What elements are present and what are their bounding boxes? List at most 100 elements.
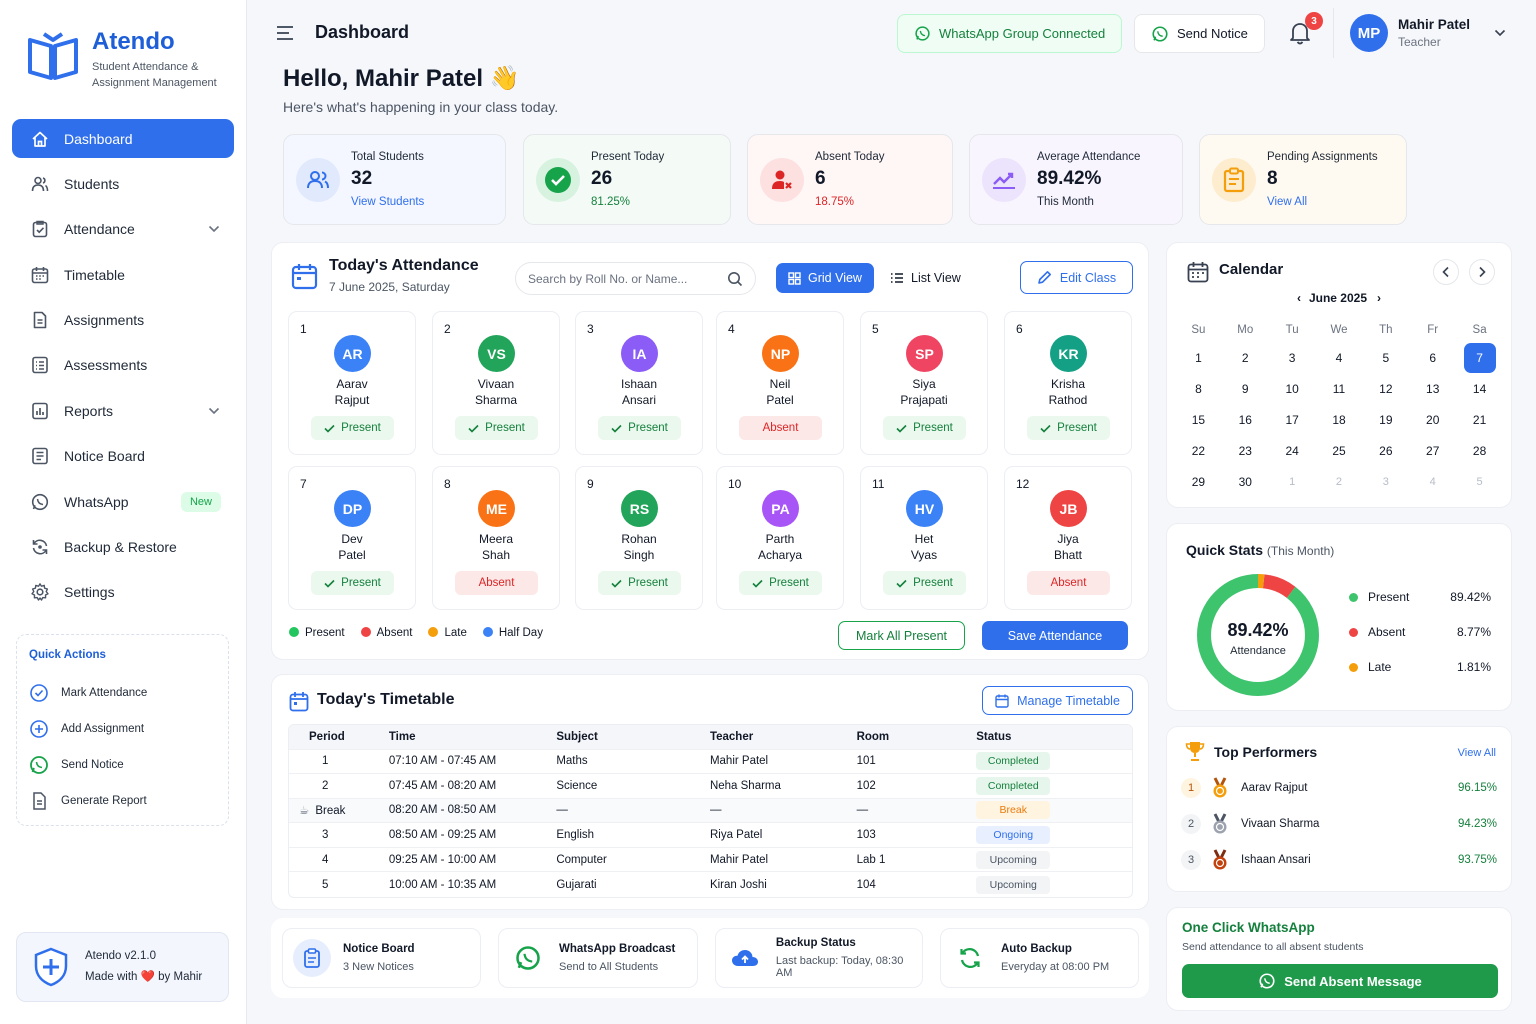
calendar-day[interactable]: 25 — [1316, 435, 1363, 466]
auto-backup-card[interactable]: Auto Backup Everyday at 08:00 PM — [940, 928, 1139, 988]
status-toggle[interactable]: Present — [311, 416, 394, 440]
calendar-day[interactable]: 10 — [1269, 373, 1316, 404]
status-toggle[interactable]: Present — [455, 416, 538, 440]
student-card[interactable]: 2 VS Vivaan Sharma Present — [432, 311, 560, 455]
calendar-next-button[interactable] — [1469, 259, 1495, 285]
calendar-day[interactable]: 1 — [1175, 342, 1222, 373]
calendar-day[interactable]: 11 — [1316, 373, 1363, 404]
sidebar-item-attendance[interactable]: Attendance — [12, 210, 234, 249]
student-card[interactable]: 7 DP Dev Patel Present — [288, 466, 416, 610]
status-toggle[interactable]: Absent — [739, 416, 822, 440]
menu-icon[interactable] — [275, 24, 295, 42]
student-card[interactable]: 6 KR Krisha Rathod Present — [1004, 311, 1132, 455]
whatsapp-status-button[interactable]: WhatsApp Group Connected — [897, 14, 1123, 53]
quick-action-generate-report[interactable]: Generate Report — [29, 783, 216, 819]
quick-action-send-notice[interactable]: Send Notice — [29, 747, 216, 783]
send-notice-button[interactable]: Send Notice — [1134, 14, 1265, 53]
calendar-day[interactable]: 13 — [1409, 373, 1456, 404]
calendar-day[interactable]: 3 — [1269, 342, 1316, 373]
calendar-day[interactable]: 20 — [1409, 404, 1456, 435]
calendar-day-next-month[interactable]: 4 — [1409, 466, 1456, 497]
calendar-day[interactable]: 5 — [1362, 342, 1409, 373]
search-icon[interactable] — [727, 271, 743, 287]
month-next-icon[interactable]: › — [1377, 291, 1381, 305]
status-toggle[interactable]: Present — [739, 571, 822, 595]
brand-logo[interactable]: Atendo Student Attendance & Assignment M… — [26, 28, 217, 91]
sidebar-item-whatsapp[interactable]: WhatsApp New — [12, 482, 234, 521]
user-menu[interactable]: MP Mahir Patel Teacher — [1333, 8, 1507, 58]
status-toggle[interactable]: Present — [883, 416, 966, 440]
performer-row[interactable]: 2 Vivaan Sharma 94.23% — [1181, 813, 1497, 835]
calendar-day[interactable]: 16 — [1222, 404, 1269, 435]
save-attendance-button[interactable]: Save Attendance — [982, 621, 1128, 650]
student-card[interactable]: 10 PA Parth Acharya Present — [716, 466, 844, 610]
sidebar-item-reports[interactable]: Reports — [12, 391, 234, 430]
calendar-day[interactable]: 4 — [1316, 342, 1363, 373]
status-toggle[interactable]: Absent — [1027, 571, 1110, 595]
backup-status-card[interactable]: Backup Status Last backup: Today, 08:30 A… — [715, 928, 923, 988]
calendar-day-next-month[interactable]: 5 — [1456, 466, 1503, 497]
student-card[interactable]: 11 HV Het Vyas Present — [860, 466, 988, 610]
sidebar-item-notice-board[interactable]: Notice Board — [12, 437, 234, 476]
status-toggle[interactable]: Present — [598, 416, 681, 440]
student-card[interactable]: 12 JB Jiya Bhatt Absent — [1004, 466, 1132, 610]
sidebar-item-dashboard[interactable]: Dashboard — [12, 119, 234, 158]
calendar-day[interactable]: 18 — [1316, 404, 1363, 435]
calendar-day-next-month[interactable]: 2 — [1316, 466, 1363, 497]
quick-action-mark-attendance[interactable]: Mark Attendance — [29, 675, 216, 711]
status-toggle[interactable]: Present — [1027, 416, 1110, 440]
calendar-day[interactable]: 19 — [1362, 404, 1409, 435]
mark-all-present-button[interactable]: Mark All Present — [838, 621, 965, 650]
calendar-day[interactable]: 30 — [1222, 466, 1269, 497]
edit-class-button[interactable]: Edit Class — [1020, 261, 1133, 294]
calendar-day[interactable]: 14 — [1456, 373, 1503, 404]
student-card[interactable]: 5 SP Siya Prajapati Present — [860, 311, 988, 455]
calendar-day[interactable]: 6 — [1409, 342, 1456, 373]
performer-row[interactable]: 1 Aarav Rajput 96.15% — [1181, 777, 1497, 799]
sidebar-item-settings[interactable]: Settings — [12, 573, 234, 612]
list-view-button[interactable]: List View — [880, 263, 971, 293]
grid-view-button[interactable]: Grid View — [776, 263, 874, 293]
view-all-link[interactable]: View All — [1458, 747, 1496, 759]
calendar-day-next-month[interactable]: 3 — [1362, 466, 1409, 497]
performer-row[interactable]: 3 Ishaan Ansari 93.75% — [1181, 849, 1497, 871]
send-absent-message-button[interactable]: Send Absent Message — [1182, 964, 1498, 998]
status-toggle[interactable]: Present — [598, 571, 681, 595]
calendar-prev-button[interactable] — [1433, 259, 1459, 285]
month-prev-icon[interactable]: ‹ — [1297, 291, 1301, 305]
status-toggle[interactable]: Present — [311, 571, 394, 595]
calendar-day[interactable]: 2 — [1222, 342, 1269, 373]
whatsapp-broadcast-card[interactable]: WhatsApp Broadcast Send to All Students — [498, 928, 698, 988]
student-card[interactable]: 3 IA Ishaan Ansari Present — [575, 311, 703, 455]
calendar-day[interactable]: 23 — [1222, 435, 1269, 466]
stat-total-students[interactable]: Total Students 32 View Students — [283, 134, 506, 225]
calendar-day[interactable]: 12 — [1362, 373, 1409, 404]
calendar-day[interactable]: 27 — [1409, 435, 1456, 466]
student-card[interactable]: 1 AR Aarav Rajput Present — [288, 311, 416, 455]
search-input[interactable] — [528, 271, 718, 286]
calendar-day[interactable]: 15 — [1175, 404, 1222, 435]
calendar-day[interactable]: 29 — [1175, 466, 1222, 497]
notice-board-card[interactable]: Notice Board 3 New Notices — [282, 928, 481, 988]
sidebar-item-assessments[interactable]: Assessments — [12, 346, 234, 385]
calendar-day-selected[interactable]: 7 — [1456, 342, 1503, 373]
view-students-link[interactable]: View Students — [351, 196, 424, 208]
view-all-assignments-link[interactable]: View All — [1267, 196, 1378, 208]
calendar-day[interactable]: 8 — [1175, 373, 1222, 404]
student-card[interactable]: 4 NP Neil Patel Absent — [716, 311, 844, 455]
stat-pending-assignments[interactable]: Pending Assignments 8 View All — [1199, 134, 1407, 225]
sidebar-item-backup-restore[interactable]: Backup & Restore — [12, 528, 234, 567]
calendar-day-next-month[interactable]: 1 — [1269, 466, 1316, 497]
sidebar-item-timetable[interactable]: Timetable — [12, 255, 234, 294]
calendar-day[interactable]: 17 — [1269, 404, 1316, 435]
calendar-day[interactable]: 22 — [1175, 435, 1222, 466]
calendar-day[interactable]: 21 — [1456, 404, 1503, 435]
quick-action-add-assignment[interactable]: Add Assignment — [29, 711, 216, 747]
sidebar-item-assignments[interactable]: Assignments — [12, 301, 234, 340]
status-toggle[interactable]: Present — [883, 571, 966, 595]
calendar-day[interactable]: 9 — [1222, 373, 1269, 404]
calendar-day[interactable]: 26 — [1362, 435, 1409, 466]
calendar-day[interactable]: 28 — [1456, 435, 1503, 466]
sidebar-item-students[interactable]: Students — [12, 164, 234, 203]
manage-timetable-button[interactable]: Manage Timetable — [982, 686, 1133, 715]
